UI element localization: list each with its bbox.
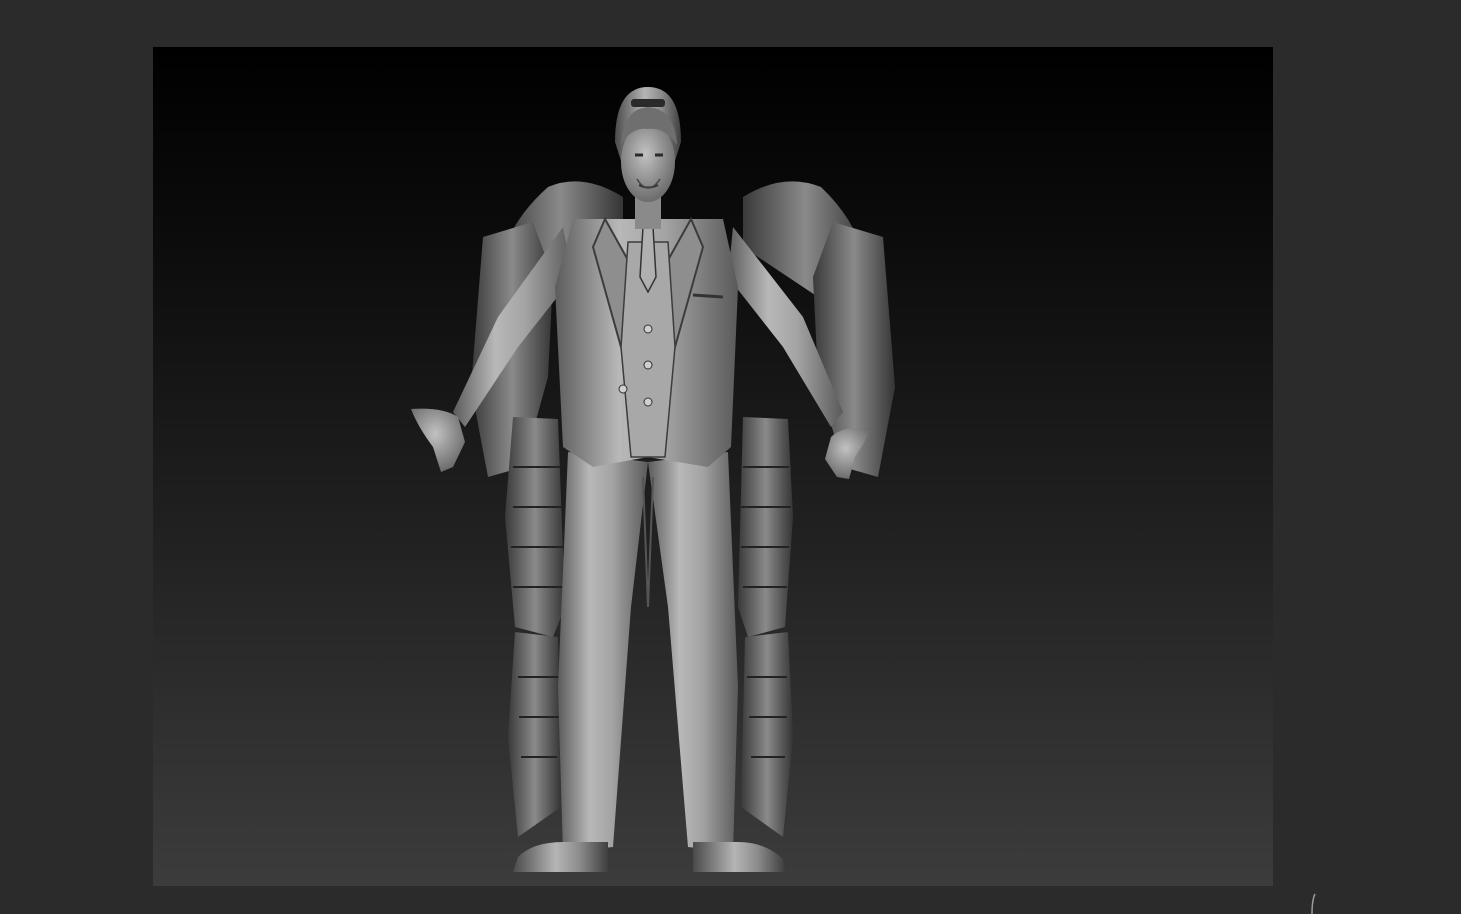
suit-jacket	[555, 216, 738, 467]
sculpt-app-window	[0, 0, 1461, 914]
resize-corner-icon[interactable]	[1308, 892, 1322, 914]
3d-viewport-canvas[interactable]	[153, 47, 1273, 886]
sculpted-model-render	[411, 87, 895, 872]
shoes	[513, 842, 785, 872]
trousers	[558, 452, 738, 852]
head	[621, 107, 677, 229]
